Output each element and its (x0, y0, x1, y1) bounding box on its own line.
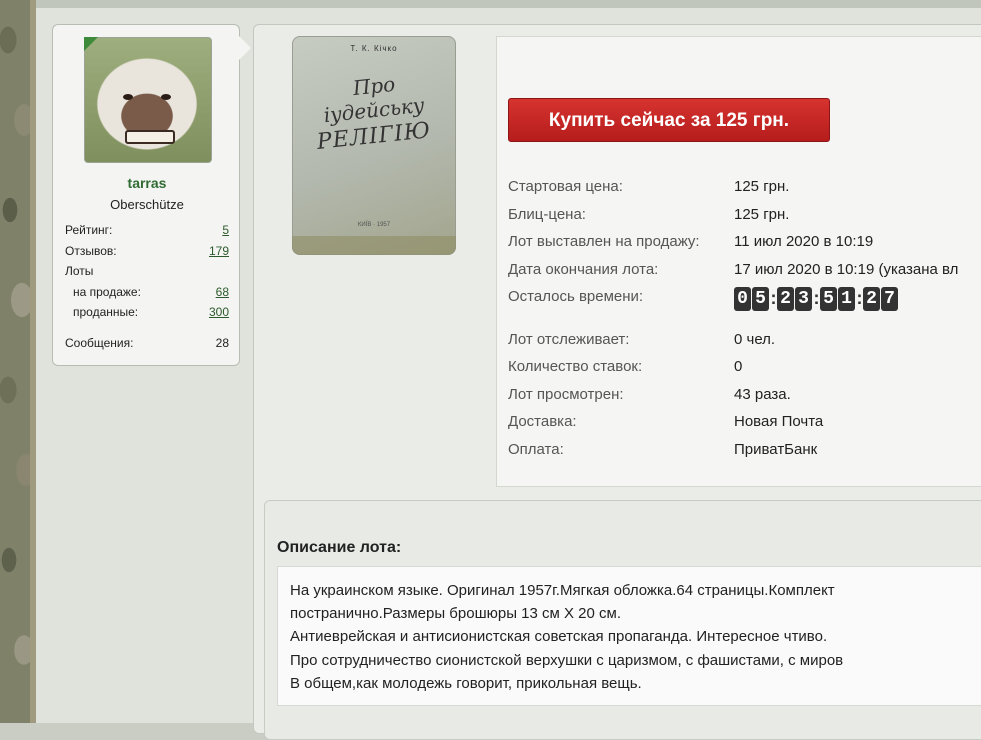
lot-info-label: Блиц-цена: (508, 206, 586, 223)
timer-digit: 1 (838, 287, 855, 311)
seller-stat-label: Лоты (65, 264, 94, 278)
lot-info-row: Лот выставлен на продажу: 11 июл 2020 в 1… (508, 233, 981, 253)
timer-digit: 7 (881, 287, 898, 311)
seller-stat-row: Отзывов: 179 (65, 244, 229, 260)
lot-info-value: 43 раза. (734, 386, 791, 403)
buy-now-button[interactable]: Купить сейчас за 125 грн. (508, 98, 830, 142)
lot-info-value: 17 июл 2020 в 10:19 (указана вл (734, 261, 959, 278)
lot-info-row: Оплата: ПриватБанк (508, 441, 981, 461)
online-indicator-icon (84, 37, 98, 51)
lot-info-row: Стартовая цена: 125 грн. (508, 178, 981, 198)
lot-info-label: Стартовая цена: (508, 178, 623, 195)
lot-info-label: Доставка: (508, 413, 577, 430)
description-line: Антиеврейская и антисионистская советска… (290, 628, 828, 645)
seller-stat-value[interactable]: 68 (216, 285, 229, 299)
lot-info-value: 0 (734, 358, 743, 375)
seller-stat-label: Рейтинг: (65, 223, 113, 237)
seller-stat-row: проданные: 300 (65, 305, 229, 321)
seller-stat-value[interactable]: 179 (209, 244, 229, 258)
lot-info-row: Лот просмотрен: 43 раза. (508, 386, 981, 406)
lot-info-label: Лот выставлен на продажу: (508, 233, 700, 250)
seller-stat-row: Лоты (65, 264, 229, 280)
seller-card: tarras Oberschütze Рейтинг: 5 Отзывов: 179 Л… (52, 24, 240, 366)
lot-info-label: Лот просмотрен: (508, 386, 624, 403)
description-line: В общем,как молодежь говорит, прикольная… (290, 675, 642, 692)
description-line: Про сотрудничество сионистской верхушки … (290, 652, 844, 669)
lot-info-label: Осталось времени: (508, 288, 644, 305)
book-publisher: КИЇВ · 1957 (357, 222, 391, 228)
seller-rank: Oberschütze (110, 197, 184, 212)
lot-info-label: Дата окончания лота: (508, 261, 659, 278)
camo-background-strip (0, 0, 34, 723)
lot-info-label: Количество ставок: (508, 358, 643, 375)
seller-stat-row: Сообщения: 28 (65, 336, 229, 352)
seller-stat-label: Отзывов: (65, 244, 117, 258)
lot-info-value: 0 чел. (734, 331, 776, 348)
timer-digit: 5 (820, 287, 837, 311)
timer-separator: : (813, 288, 820, 308)
timer-separator: : (856, 288, 863, 308)
lot-info-label: Лот отслеживает: (508, 331, 630, 348)
lot-info-row: Лот отслеживает: 0 чел. (508, 331, 981, 351)
timer-digit: 2 (863, 287, 880, 311)
avatar[interactable] (84, 37, 212, 163)
lot-info-row: Дата окончания лота: 17 июл 2020 в 10:19 … (508, 261, 981, 281)
lot-photo[interactable]: Т. К. Кічко Про іудейську РЕЛІГІЮ КИЇВ ·… (292, 36, 456, 255)
lot-info-row: Доставка: Новая Почта (508, 413, 981, 433)
seller-stat-label: Сообщения: (65, 336, 134, 350)
seller-stat-value[interactable]: 300 (209, 305, 229, 319)
lot-info-value: 11 июл 2020 в 10:19 (734, 233, 874, 250)
lot-info-value: 125 грн. (734, 178, 790, 195)
description-line: постранично.Размеры брошюры 13 см Х 20 с… (290, 605, 621, 622)
book-author: Т. К. Кічко (350, 44, 398, 53)
timer-separator: : (770, 288, 777, 308)
seller-stat-row: на продаже: 68 (65, 285, 229, 301)
avatar-eye-left (123, 94, 133, 100)
lot-info-value: ПриватБанк (734, 441, 818, 458)
description-line: На украинском языке. Оригинал 1957г.Мягк… (290, 582, 835, 599)
seller-stat-label: на продаже: (73, 285, 141, 299)
avatar-mouth (125, 130, 175, 144)
lot-info-label: Оплата: (508, 441, 564, 458)
seller-stat-row: Рейтинг: 5 (65, 223, 229, 239)
lot-info-value: 125 грн. (734, 206, 790, 223)
seller-stat-value[interactable]: 5 (222, 223, 229, 237)
timer-digit: 0 (734, 287, 751, 311)
seller-username[interactable]: tarras (53, 175, 241, 191)
seller-stat-value: 28 (215, 336, 229, 350)
lot-info-row: Количество ставок: 0 (508, 358, 981, 378)
book-bottom-edge (292, 236, 456, 255)
avatar-eye-right (161, 94, 171, 100)
timer-digit: 5 (752, 287, 769, 311)
timer-digit: 3 (795, 287, 812, 311)
description-title: Описание лота: (277, 539, 402, 556)
timer-digit: 2 (777, 287, 794, 311)
seller-stat-label: проданные: (73, 305, 139, 319)
lot-info-row: Блиц-цена: 125 грн. (508, 206, 981, 226)
card-pointer (239, 36, 251, 60)
lot-info-value: Новая Почта (734, 413, 824, 430)
